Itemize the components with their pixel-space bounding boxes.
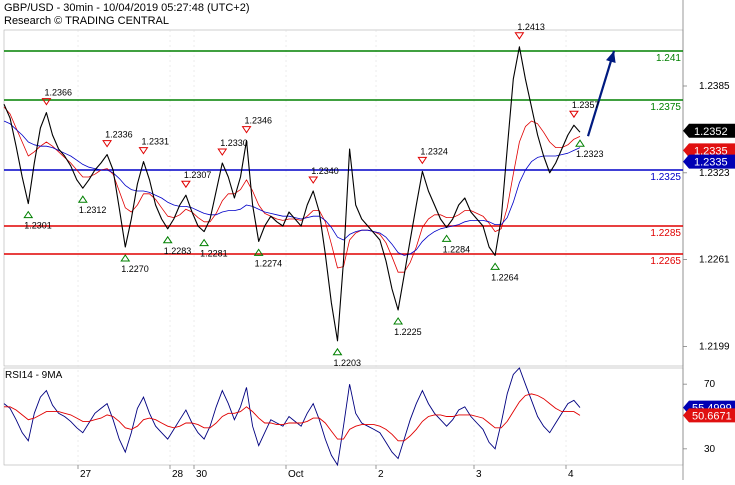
swing-high-label: 1.2307 (184, 170, 212, 180)
price-axis-tick-label: 1.2323 (699, 168, 730, 179)
swing-low-marker (393, 317, 404, 325)
chart-window: 1.241 1.2375 1.2325 1.2285 1.2265 1.2301 1.23… (0, 0, 735, 480)
level-label: 1.2375 (650, 102, 681, 113)
chart-title: GBP/USD - 30min - 10/04/2019 05:27:48 (U… (4, 2, 250, 14)
forecast-arrow (586, 50, 616, 137)
swing-high-label: 1.2324 (420, 146, 448, 156)
swing-high-label: 1.2357 (572, 100, 600, 110)
forecast-arrow-head (606, 51, 616, 63)
level-label: 1.2285 (650, 228, 681, 239)
swing-high-marker (102, 140, 113, 148)
time-axis-tick-label: 3 (476, 469, 482, 480)
swing-high-marker (217, 148, 228, 156)
swing-high-marker (308, 176, 319, 184)
time-axis-tick-label: 2 (378, 469, 384, 480)
time-axis-tick-label: 30 (196, 469, 208, 480)
swing-high-marker (569, 110, 579, 119)
slow-moving-average-line (3, 120, 581, 256)
rsi-line (3, 367, 581, 467)
swing-low-marker (162, 235, 173, 244)
rsi-axis-tick-label: 70 (704, 379, 716, 390)
price-axis-tick-label: 1.2385 (699, 81, 730, 92)
swing-high-marker (180, 180, 191, 189)
swing-high-marker (241, 126, 252, 134)
swing-high-label: 1.2330 (220, 138, 248, 148)
swing-low-label: 1.2203 (333, 358, 361, 368)
swing-low-label: 1.2264 (491, 272, 519, 282)
swing-low-label: 1.2281 (200, 249, 228, 259)
swing-low-marker (23, 210, 34, 219)
level-label: 1.2265 (650, 256, 681, 267)
swing-low-label: 1.2284 (443, 244, 471, 254)
chart-canvas: 1.241 1.2375 1.2325 1.2285 1.2265 1.2301 1.23… (3, 0, 735, 480)
swing-low-marker (490, 262, 501, 270)
swing-low-marker (441, 234, 452, 242)
swing-high-marker (138, 147, 149, 155)
swing-high-marker (514, 32, 525, 40)
current-price-badge: 1.2352 (694, 126, 728, 138)
swing-low-marker (332, 347, 343, 356)
swing-high-label: 1.2366 (44, 88, 72, 98)
grid-layer (3, 0, 687, 480)
time-axis-tick-label: Oct (288, 469, 304, 480)
swing-high-label: 1.2336 (105, 130, 133, 140)
time-axis-tick-label: 4 (568, 469, 574, 480)
swing-low-label: 1.2274 (255, 258, 283, 268)
swing-high-label: 1.2346 (245, 116, 273, 126)
swing-low-marker (120, 254, 131, 262)
bid-price-badge: 1.2335 (694, 157, 728, 169)
swing-high-label: 1.2340 (311, 166, 339, 176)
price-panel-frame (3, 29, 684, 367)
swing-low-label: 1.2301 (24, 221, 52, 231)
rsi-ma-line (4, 393, 581, 442)
price-axis-tick-label: 1.2261 (699, 255, 730, 266)
rsi-title: RSI14 - 9MA (5, 370, 63, 381)
level-label: 1.241 (656, 53, 681, 64)
rsi-axis-tick-label: 30 (704, 444, 716, 455)
swing-low-label: 1.2225 (394, 327, 422, 337)
rsi-panel-frame (3, 367, 684, 466)
price-axis-tick-label: 1.2199 (699, 341, 730, 352)
swing-low-label: 1.2323 (576, 149, 604, 159)
swing-low-marker (77, 195, 88, 203)
swing-low-label: 1.2270 (121, 264, 149, 274)
price-layer (3, 46, 616, 342)
fast-moving-average-line (3, 106, 581, 273)
rsi-layer: RSI14 - 9MA (3, 367, 581, 467)
time-axis-tick-label: 27 (80, 469, 92, 480)
level-label: 1.2325 (650, 172, 681, 183)
swing-low-label: 1.2312 (79, 205, 107, 215)
time-axis-tick-label: 28 (172, 469, 184, 480)
swing-low-marker (575, 139, 585, 147)
chart-subtitle: Research © TRADING CENTRAL (4, 15, 169, 27)
swing-high-label: 1.2331 (141, 137, 169, 147)
swing-low-marker (199, 238, 210, 247)
moving-average-layer (3, 106, 581, 273)
swing-high-marker (417, 156, 428, 165)
swing-high-label: 1.2413 (517, 22, 545, 32)
swing-low-label: 1.2283 (164, 246, 192, 256)
rsi-ma-value-badge: 50.6671 (692, 410, 732, 422)
price-line (3, 46, 581, 342)
axis-layer: 1.2385 1.2323 1.2261 1.2199 27 28 30 Oct 2 3 4 1.23… (80, 81, 735, 480)
